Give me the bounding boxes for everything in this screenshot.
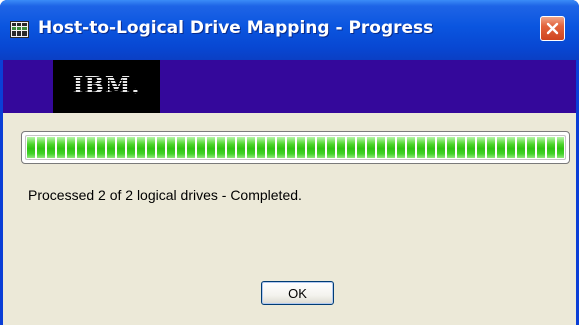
- window-title: Host-to-Logical Drive Mapping - Progress: [38, 18, 434, 38]
- banner-separator: [3, 113, 576, 125]
- title-bar[interactable]: Host-to-Logical Drive Mapping - Progress: [0, 0, 579, 60]
- status-message: Processed 2 of 2 logical drives - Comple…: [28, 187, 302, 203]
- ok-button[interactable]: OK: [261, 281, 334, 305]
- progress-dialog-window: Host-to-Logical Drive Mapping - Progress…: [0, 0, 579, 325]
- close-icon: [546, 22, 559, 35]
- ibm-logo: IBM.: [53, 60, 160, 113]
- progress-fill: [27, 137, 564, 158]
- close-button[interactable]: [540, 16, 565, 41]
- progress-bar: [21, 131, 570, 164]
- progress-track: [25, 135, 566, 160]
- ibm-logo-text: IBM.: [53, 72, 160, 99]
- ibm-banner: IBM.: [3, 60, 576, 113]
- dialog-content: IBM. Processed 2 of 2 logical drives - C…: [3, 60, 576, 325]
- app-window-icon: [10, 21, 29, 38]
